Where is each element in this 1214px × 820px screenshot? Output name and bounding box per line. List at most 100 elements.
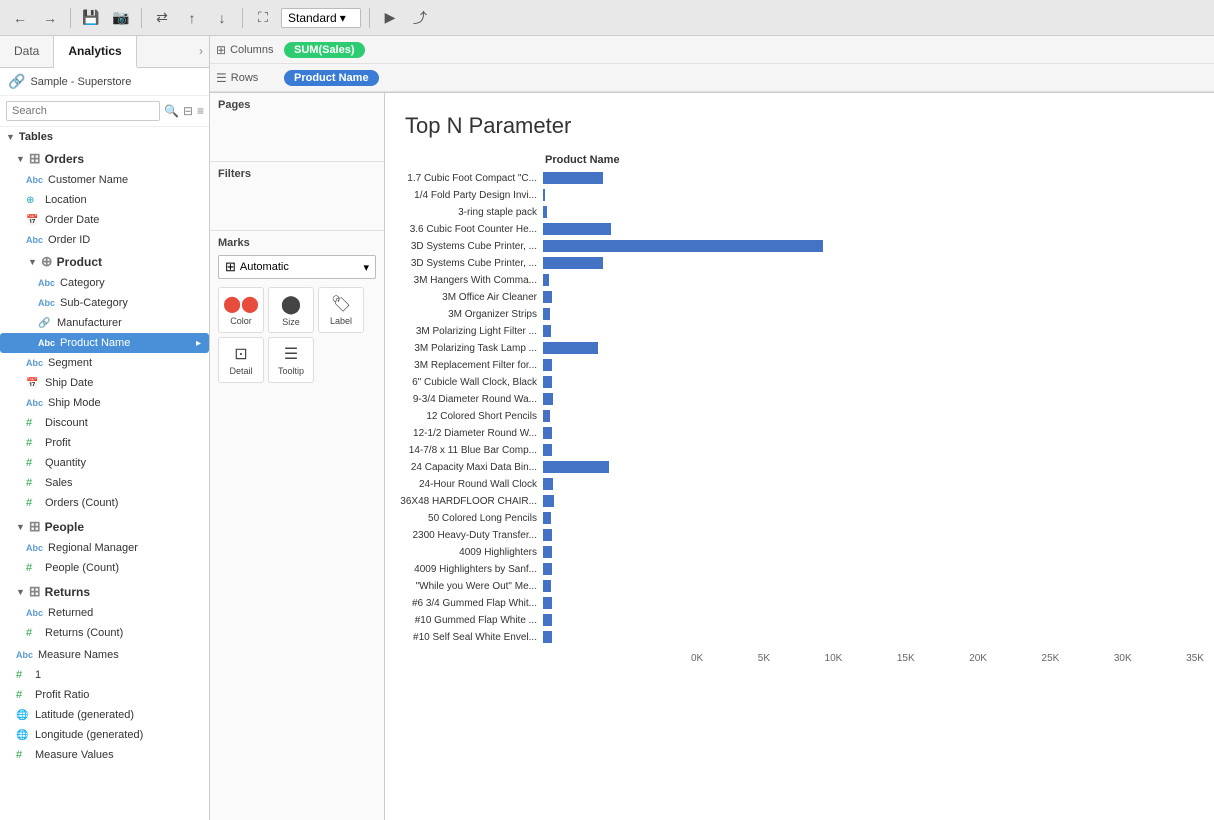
field-regional-manager[interactable]: Abc Regional Manager — [0, 538, 209, 558]
panel-close-icon[interactable]: › — [193, 36, 209, 67]
marks-label-btn[interactable]: 🏷 Label — [318, 287, 364, 333]
undo-button[interactable]: ← — [8, 6, 32, 30]
bar[interactable] — [543, 206, 547, 218]
bar[interactable] — [543, 495, 554, 507]
field-sub-category[interactable]: Abc Sub-Category — [0, 293, 209, 313]
field-returned[interactable]: Abc Returned — [0, 603, 209, 623]
tables-header[interactable]: ▼ Tables — [0, 127, 209, 147]
filter-icon[interactable]: ⊟ — [183, 104, 193, 118]
standard-dropdown[interactable]: Standard ▾ — [281, 8, 361, 28]
field-discount[interactable]: # Discount — [0, 413, 209, 433]
globe-icon: 🌐 — [16, 710, 30, 721]
bar[interactable] — [543, 240, 823, 252]
field-sales[interactable]: # Sales — [0, 473, 209, 493]
bar[interactable] — [543, 512, 551, 524]
orders-group-header[interactable]: ▼ ⊞ Orders — [0, 147, 209, 170]
bar[interactable] — [543, 563, 552, 575]
bar-row: #6 3/4 Gummed Flap Whit... — [395, 595, 1204, 611]
snapshot-button[interactable]: 📷 — [109, 6, 133, 30]
bar[interactable] — [543, 546, 552, 558]
field-category[interactable]: Abc Category — [0, 273, 209, 293]
field-ship-mode[interactable]: Abc Ship Mode — [0, 393, 209, 413]
bar-container — [543, 512, 1204, 524]
bar[interactable] — [543, 376, 552, 388]
bar[interactable] — [543, 257, 603, 269]
marks-dropdown[interactable]: ⊞ Automatic ▾ — [218, 255, 376, 279]
tab-data[interactable]: Data — [0, 36, 54, 67]
field-longitude[interactable]: 🌐 Longitude (generated) — [0, 725, 209, 745]
bar[interactable] — [543, 478, 553, 490]
field-returns-count[interactable]: # Returns (Count) — [0, 623, 209, 643]
field-product-name[interactable]: Abc Product Name ▸ — [0, 333, 209, 353]
bar[interactable] — [543, 274, 549, 286]
marks-color-btn[interactable]: ⬤⬤ Color — [218, 287, 264, 333]
field-order-id[interactable]: Abc Order ID — [0, 230, 209, 250]
bar[interactable] — [543, 342, 598, 354]
bar[interactable] — [543, 172, 603, 184]
bar-container — [543, 393, 1204, 405]
search-input[interactable] — [6, 101, 160, 121]
bar-row: 3M Polarizing Task Lamp ... — [395, 340, 1204, 356]
field-label: Order Date — [45, 214, 99, 226]
field-ship-date[interactable]: 📅 Ship Date — [0, 373, 209, 393]
view-icon[interactable]: ≡ — [197, 104, 204, 118]
bar[interactable] — [543, 529, 552, 541]
fit-button[interactable]: ⛶ — [251, 6, 275, 30]
field-location[interactable]: ⊕ Location — [0, 190, 209, 210]
sort-desc-button[interactable]: ↓ — [210, 6, 234, 30]
field-orders-count[interactable]: # Orders (Count) — [0, 493, 209, 513]
present-button[interactable]: ▶ — [378, 6, 402, 30]
bar[interactable] — [543, 410, 550, 422]
field-measure-values[interactable]: # Measure Values — [0, 745, 209, 765]
bar[interactable] — [543, 427, 552, 439]
field-profit-ratio[interactable]: # Profit Ratio — [0, 685, 209, 705]
bar[interactable] — [543, 359, 552, 371]
bar[interactable] — [543, 580, 551, 592]
field-quantity[interactable]: # Quantity — [0, 453, 209, 473]
field-label: Measure Names — [38, 649, 119, 661]
field-people-count[interactable]: # People (Count) — [0, 558, 209, 578]
bar[interactable] — [543, 597, 552, 609]
swap-button[interactable]: ⇄ — [150, 6, 174, 30]
returns-group-header[interactable]: ▼ ⊞ Returns — [0, 580, 209, 603]
dropdown-arrow-icon: ▾ — [340, 11, 346, 25]
redo-button[interactable]: → — [38, 6, 62, 30]
chart-header: Product Name — [395, 154, 1204, 166]
bar[interactable] — [543, 614, 552, 626]
bar[interactable] — [543, 461, 609, 473]
field-customer-name[interactable]: Abc Customer Name — [0, 170, 209, 190]
tab-analytics[interactable]: Analytics — [54, 36, 136, 68]
save-button[interactable]: 💾 — [79, 6, 103, 30]
share-button[interactable]: ⤴ — [408, 6, 432, 30]
hash-icon: # — [16, 669, 30, 681]
people-group-header[interactable]: ▼ ⊞ People — [0, 515, 209, 538]
marks-size-btn[interactable]: ⬤ Size — [268, 287, 314, 333]
bar-row: #10 Gummed Flap White ... — [395, 612, 1204, 628]
search-icon[interactable]: 🔍 — [164, 104, 179, 118]
bar[interactable] — [543, 223, 611, 235]
bar[interactable] — [543, 291, 552, 303]
bar[interactable] — [543, 631, 552, 643]
rows-pill[interactable]: Product Name — [284, 70, 379, 86]
bar-row: 9-3/4 Diameter Round Wa... — [395, 391, 1204, 407]
field-measure-names[interactable]: Abc Measure Names — [0, 645, 209, 665]
bar-label: 9-3/4 Diameter Round Wa... — [395, 394, 543, 405]
field-segment[interactable]: Abc Segment — [0, 353, 209, 373]
field-latitude[interactable]: 🌐 Latitude (generated) — [0, 705, 209, 725]
bar[interactable] — [543, 325, 551, 337]
bar[interactable] — [543, 308, 550, 320]
field-1[interactable]: # 1 — [0, 665, 209, 685]
field-manufacturer[interactable]: 🔗 Manufacturer — [0, 313, 209, 333]
bar[interactable] — [543, 444, 552, 456]
bar[interactable] — [543, 393, 553, 405]
columns-icon: ⊞ — [216, 43, 226, 57]
marks-tooltip-btn[interactable]: ☰ Tooltip — [268, 337, 314, 383]
bar[interactable] — [543, 189, 545, 201]
field-order-date[interactable]: 📅 Order Date — [0, 210, 209, 230]
marks-detail-btn[interactable]: ⊡ Detail — [218, 337, 264, 383]
x-axis-tick: 15K — [897, 653, 915, 664]
field-profit[interactable]: # Profit — [0, 433, 209, 453]
columns-pill[interactable]: SUM(Sales) — [284, 42, 365, 58]
sort-asc-button[interactable]: ↑ — [180, 6, 204, 30]
product-group-header[interactable]: ▼ ⊕ Product — [0, 250, 209, 273]
